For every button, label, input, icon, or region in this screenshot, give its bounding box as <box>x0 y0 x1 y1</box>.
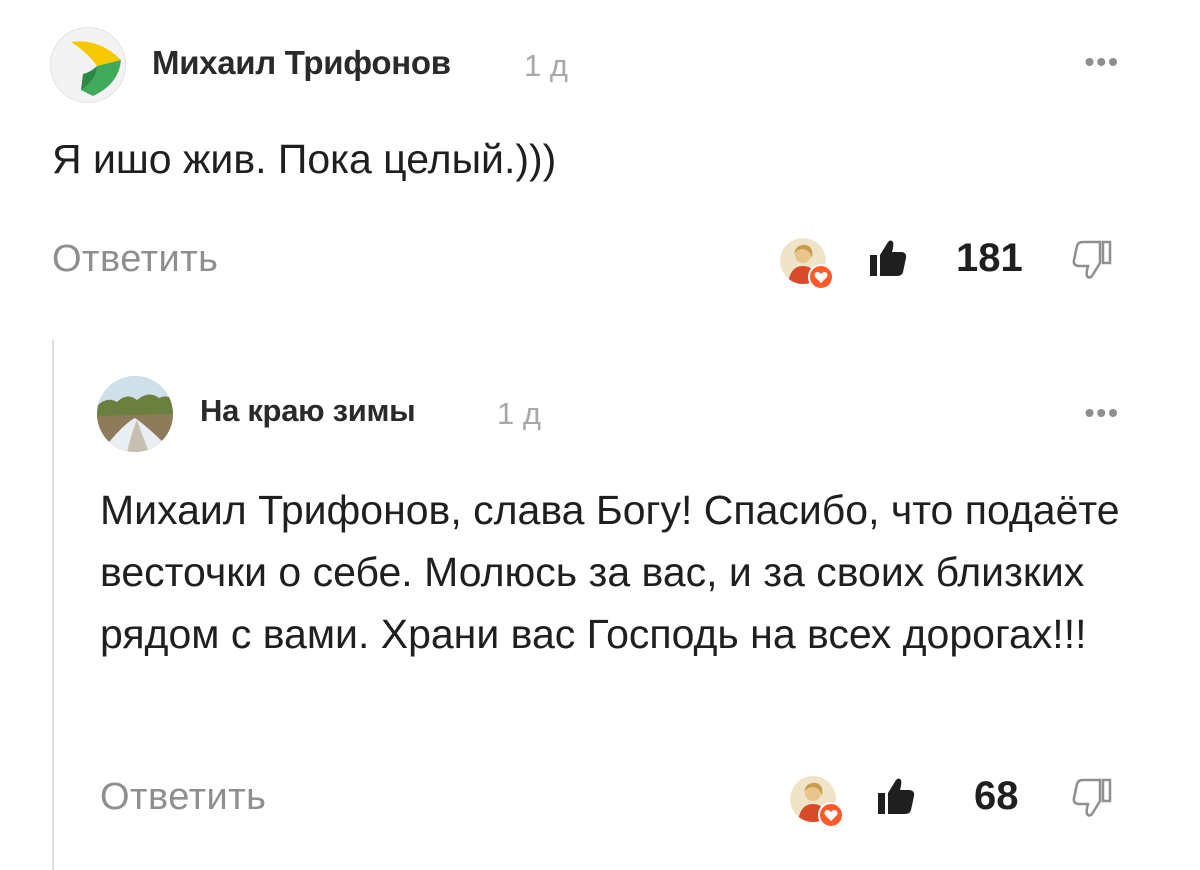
more-dots-icon[interactable]: ••• <box>1085 46 1120 78</box>
heart-icon <box>808 264 834 290</box>
author-name[interactable]: На краю зимы <box>200 393 416 429</box>
like-count: 68 <box>974 774 1019 818</box>
timestamp: 1 д <box>524 48 568 83</box>
comment-reply: На краю зимы 1 д ••• Михаил Трифонов, сл… <box>0 330 1200 870</box>
comment-text: Я ишо жив. Пока целый.))) <box>52 136 557 182</box>
winter-photo-avatar-icon <box>97 376 173 452</box>
liker-avatar[interactable] <box>780 238 834 290</box>
author-name[interactable]: Михаил Трифонов <box>152 44 451 82</box>
avatar[interactable] <box>50 27 126 103</box>
reply-button[interactable]: Ответить <box>100 776 266 819</box>
thumbs-down-icon[interactable] <box>1072 778 1112 823</box>
thumbs-down-icon[interactable] <box>1072 240 1112 285</box>
heart-icon <box>818 802 844 828</box>
timestamp: 1 д <box>497 396 541 431</box>
thumbs-up-icon[interactable] <box>868 238 908 283</box>
reply-button[interactable]: Ответить <box>52 238 218 281</box>
like-count: 181 <box>956 236 1023 280</box>
comment-text: Михаил Трифонов, слава Богу! Спасибо, чт… <box>100 487 1120 657</box>
more-dots-icon[interactable]: ••• <box>1085 397 1120 429</box>
comment: Михаил Трифонов 1 д ••• Я ишо жив. Пока … <box>0 0 1200 300</box>
avatar[interactable] <box>97 376 173 452</box>
thumbs-up-icon[interactable] <box>876 776 916 821</box>
liker-avatar[interactable] <box>790 776 844 828</box>
logo-avatar-icon <box>51 28 125 102</box>
